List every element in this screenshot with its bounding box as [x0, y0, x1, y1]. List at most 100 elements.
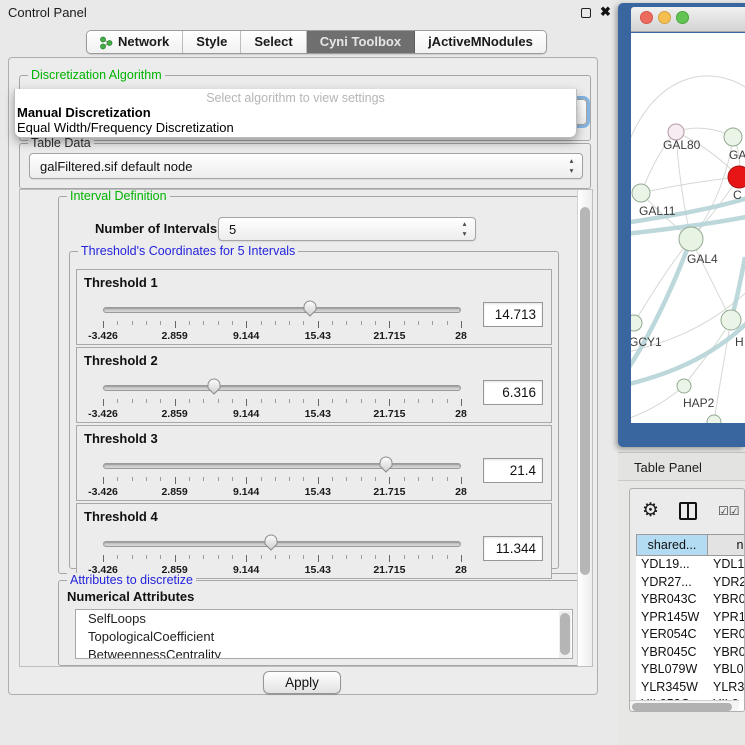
network-node-gcy1[interactable]: [631, 315, 642, 331]
table-row[interactable]: YER054CYER0: [636, 626, 745, 644]
network-window[interactable]: GAL80GACGAL11GAL4GCY1HHAP2: [618, 3, 745, 447]
slider-tick: [332, 399, 333, 403]
threshold-slider-track[interactable]: [103, 463, 461, 469]
dropdown-item-equal-width-frequency-discretization[interactable]: Equal Width/Frequency Discretization: [15, 120, 576, 135]
table-row[interactable]: YBR043CYBR0: [636, 591, 745, 609]
network-node-gal4[interactable]: [679, 227, 703, 251]
group-title: Interval Definition: [67, 189, 170, 203]
table-data-select[interactable]: galFiltered.sif default node ▴▾: [29, 153, 583, 179]
threshold-title: Threshold 3: [84, 431, 158, 446]
network-node-hap2[interactable]: [677, 379, 691, 393]
table-cell: YER054C: [636, 626, 708, 644]
table-cell: YBR0: [708, 644, 745, 662]
apply-button[interactable]: Apply: [263, 671, 341, 694]
slider-tick-label: 21.715: [373, 408, 405, 420]
threshold-value-input[interactable]: 11.344: [483, 536, 543, 561]
tab-cyni-toolbox[interactable]: Cyni Toolbox: [307, 31, 415, 53]
dropdown-item-manual-discretization[interactable]: Manual Discretization: [15, 105, 576, 120]
attribute-item-topologicalcoefficient[interactable]: TopologicalCoefficient: [76, 628, 572, 646]
columns-icon[interactable]: [679, 502, 697, 520]
table-column-header-na[interactable]: na: [708, 534, 745, 556]
slider-tick: [389, 399, 390, 406]
slider-tick: [175, 399, 176, 406]
table-horizontal-scrollbar[interactable]: [630, 700, 739, 712]
minimize-traffic-light-icon[interactable]: [658, 11, 671, 24]
threshold-value-input[interactable]: 14.713: [483, 302, 543, 327]
numerical-attributes-list[interactable]: SelfLoopsTopologicalCoefficientBetweenne…: [75, 609, 573, 659]
num-intervals-label: Number of Intervals: [95, 221, 217, 236]
slider-tick: [361, 321, 362, 325]
slider-tick: [117, 477, 118, 481]
attribute-item-selfloops[interactable]: SelfLoops: [76, 610, 572, 628]
tab-network[interactable]: Network: [87, 31, 183, 53]
network-node-label: GAL4: [687, 252, 718, 266]
slider-tick: [232, 321, 233, 325]
slider-tick-label: -3.426: [88, 330, 118, 342]
threshold-value-input[interactable]: 6.316: [483, 380, 543, 405]
slider-tick: [275, 399, 276, 403]
float-window-icon[interactable]: [581, 8, 591, 18]
threshold-slider-thumb[interactable]: [263, 533, 279, 552]
threshold-slider-thumb[interactable]: [302, 299, 318, 318]
slider-tick-label: 21.715: [373, 330, 405, 342]
app-root: Control Panel ✖ NetworkStyleSelect Cyni T…: [0, 0, 745, 745]
table-row[interactable]: YDL19...YDL1: [636, 556, 745, 574]
list-scrollbar[interactable]: [559, 611, 571, 659]
panel-scrollbar[interactable]: [577, 190, 592, 666]
table-hscrollbar-thumb[interactable]: [632, 703, 732, 711]
table-row[interactable]: YBL079WYBL0: [636, 661, 745, 679]
tab-label: Cyni Toolbox: [320, 31, 401, 53]
close-traffic-light-icon[interactable]: [640, 11, 653, 24]
list-scrollbar-thumb[interactable]: [560, 613, 570, 655]
threshold-slider-thumb[interactable]: [378, 455, 394, 474]
slider-tick: [218, 555, 219, 559]
table-cell: YLR3: [708, 679, 745, 697]
network-canvas[interactable]: GAL80GACGAL11GAL4GCY1HHAP2: [631, 33, 745, 423]
slider-tick: [146, 477, 147, 481]
threshold-slider-thumb[interactable]: [206, 377, 222, 396]
network-node[interactable]: [707, 415, 721, 423]
slider-tick: [246, 477, 247, 484]
network-node-c[interactable]: [728, 166, 745, 188]
network-node-gal11[interactable]: [632, 184, 650, 202]
slider-tick: [289, 321, 290, 325]
close-panel-icon[interactable]: ✖: [600, 4, 611, 20]
checkbox-filter-icon[interactable]: ☑☑: [718, 504, 740, 518]
slider-tick: [432, 555, 433, 559]
slider-tick: [275, 555, 276, 559]
slider-tick: [160, 399, 161, 403]
network-node-h[interactable]: [721, 310, 741, 330]
network-node-ga[interactable]: [724, 128, 742, 146]
network-window-titlebar[interactable]: [631, 7, 745, 32]
slider-tick: [132, 321, 133, 325]
threshold-value-input[interactable]: 21.4: [483, 458, 543, 483]
table-row[interactable]: YLR345WYLR3: [636, 679, 745, 697]
table-panel: ⚙ ☑☑ shared...na YDL19...YDL1YDR27...YDR…: [629, 488, 745, 712]
table-row[interactable]: YPR145WYPR1: [636, 609, 745, 627]
table-column-header-shared-[interactable]: shared...: [636, 534, 708, 556]
tab-select[interactable]: Select: [241, 31, 306, 53]
slider-tick-label: 28: [455, 564, 467, 576]
threshold-slider-track[interactable]: [103, 541, 461, 547]
num-intervals-select[interactable]: 5 ▴▾: [218, 217, 476, 241]
tab-style[interactable]: Style: [183, 31, 241, 53]
table-cell: YPR145W: [636, 609, 708, 627]
panel-scrollbar-thumb[interactable]: [580, 207, 590, 575]
attribute-item-betweennesscentrality[interactable]: BetweennessCentrality: [76, 646, 572, 659]
gear-icon[interactable]: ⚙: [642, 501, 659, 520]
network-node-label: C: [733, 188, 742, 202]
slider-tick: [461, 555, 462, 562]
slider-tick-label: 28: [455, 486, 467, 498]
threshold-slider-track[interactable]: [103, 385, 461, 391]
slider-tick: [375, 477, 376, 481]
panel-title: Control Panel: [8, 5, 87, 20]
zoom-traffic-light-icon[interactable]: [676, 11, 689, 24]
slider-tick: [232, 555, 233, 559]
tab-jactivemnodules[interactable]: jActiveMNodules: [415, 31, 546, 53]
slider-tick: [389, 477, 390, 484]
table-row[interactable]: YBR045CYBR0: [636, 644, 745, 662]
attributes-group: Attributes to discretize Numerical Attri…: [58, 580, 582, 666]
threshold-slider-track[interactable]: [103, 307, 461, 313]
slider-tick: [432, 477, 433, 481]
table-row[interactable]: YDR27...YDR2: [636, 574, 745, 592]
